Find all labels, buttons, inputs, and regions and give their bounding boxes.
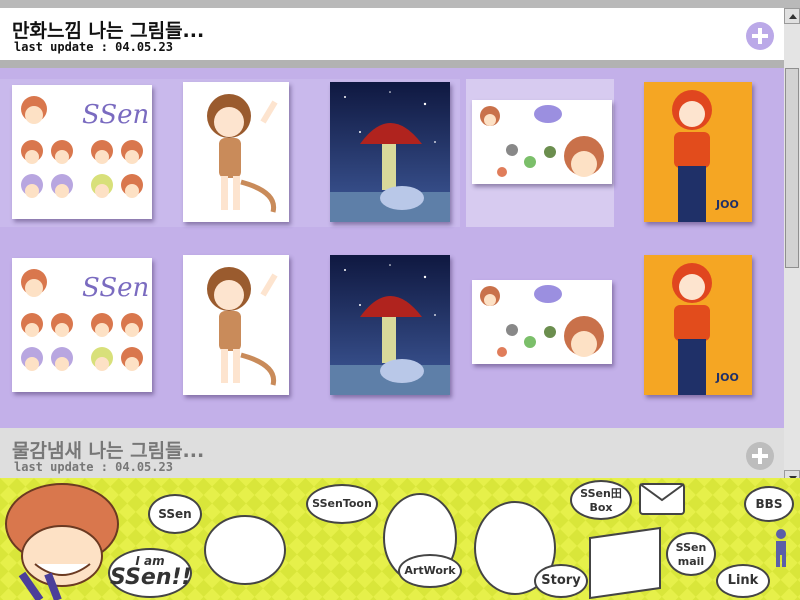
footer-nav-banner: I am SSen!! SSen SSenToon ArtWork Story … bbox=[0, 478, 800, 600]
nav-ssentoon-label: SSenToon bbox=[312, 497, 372, 510]
last-update-text: last update : 04.05.23 bbox=[14, 40, 173, 54]
thumbnail-gallery: SSen JOO SSen JOO bbox=[0, 68, 784, 428]
thumbnail-character-sheet[interactable] bbox=[472, 100, 612, 184]
thumbnail-night-mushroom[interactable] bbox=[330, 255, 450, 395]
nav-story-label: Story bbox=[541, 573, 581, 588]
section-header: 물감냄새 나는 그림들... last update : 04.05.23 bbox=[0, 428, 784, 478]
nav-bbs[interactable]: BBS bbox=[744, 486, 794, 522]
nav-ssen[interactable]: SSen bbox=[148, 494, 202, 534]
nav-bbs-label: BBS bbox=[755, 497, 783, 511]
nav-mail[interactable]: SSen mail bbox=[666, 532, 716, 576]
thumbnail-night-mushroom[interactable] bbox=[330, 82, 450, 222]
thumbnail-ssen-faces[interactable]: SSen bbox=[12, 258, 152, 392]
badge-line2: SSen!! bbox=[110, 565, 192, 590]
nav-link-label: Link bbox=[727, 573, 759, 588]
top-strip bbox=[0, 0, 800, 8]
nav-ssentoon[interactable]: SSenToon bbox=[306, 484, 378, 524]
scroll-up-arrow-icon bbox=[789, 14, 797, 19]
thumbnail-cat-boy[interactable] bbox=[183, 82, 289, 222]
svg-text:SSen: SSen bbox=[82, 273, 149, 303]
plus-circle-icon[interactable] bbox=[746, 22, 774, 50]
svg-text:JOO: JOO bbox=[715, 371, 739, 384]
section-manhwa: 만화느낌 나는 그림들... last update : 04.05.23 SS… bbox=[0, 8, 784, 428]
thumbnail-cat-boy[interactable] bbox=[183, 255, 289, 395]
nav-mail-line2: mail bbox=[677, 555, 705, 568]
thumbnail-ssen-faces[interactable]: SSen bbox=[12, 85, 152, 219]
section-watercolor: 물감냄새 나는 그림들... last update : 04.05.23 bbox=[0, 428, 784, 478]
nav-link[interactable]: Link bbox=[716, 564, 770, 598]
nav-mail-line1: SSen bbox=[675, 541, 707, 554]
thumbnail-orange-girl[interactable]: JOO bbox=[644, 255, 752, 395]
section-title: 만화느낌 나는 그림들... bbox=[12, 20, 205, 42]
nav-box-line2: Box bbox=[589, 501, 613, 514]
nav-box[interactable]: SSen田 Box bbox=[570, 480, 632, 520]
content-panel: 만화느낌 나는 그림들... last update : 04.05.23 SS… bbox=[0, 8, 784, 478]
nav-artwork-label: ArtWork bbox=[404, 564, 456, 577]
nav-box-line1: SSen田 bbox=[580, 487, 622, 500]
scroll-up-button[interactable] bbox=[784, 8, 800, 24]
svg-text:SSen: SSen bbox=[82, 100, 149, 130]
thumbnail-orange-girl[interactable]: JOO bbox=[644, 82, 752, 222]
svg-text:JOO: JOO bbox=[715, 198, 739, 211]
thumbnail-character-sheet[interactable] bbox=[472, 280, 612, 364]
section-header: 만화느낌 나는 그림들... last update : 04.05.23 bbox=[0, 8, 784, 60]
last-update-text: last update : 04.05.23 bbox=[14, 460, 173, 474]
section-title: 물감냄새 나는 그림들... bbox=[12, 440, 205, 462]
iam-ssen-badge[interactable]: I am SSen!! bbox=[108, 548, 192, 598]
scrollbar-thumb[interactable] bbox=[785, 68, 799, 268]
vertical-scrollbar[interactable] bbox=[784, 8, 800, 486]
plus-circle-icon[interactable] bbox=[746, 442, 774, 470]
nav-artwork[interactable]: ArtWork bbox=[398, 554, 462, 588]
nav-story[interactable]: Story bbox=[534, 564, 588, 598]
nav-ssen-label: SSen bbox=[158, 507, 192, 521]
